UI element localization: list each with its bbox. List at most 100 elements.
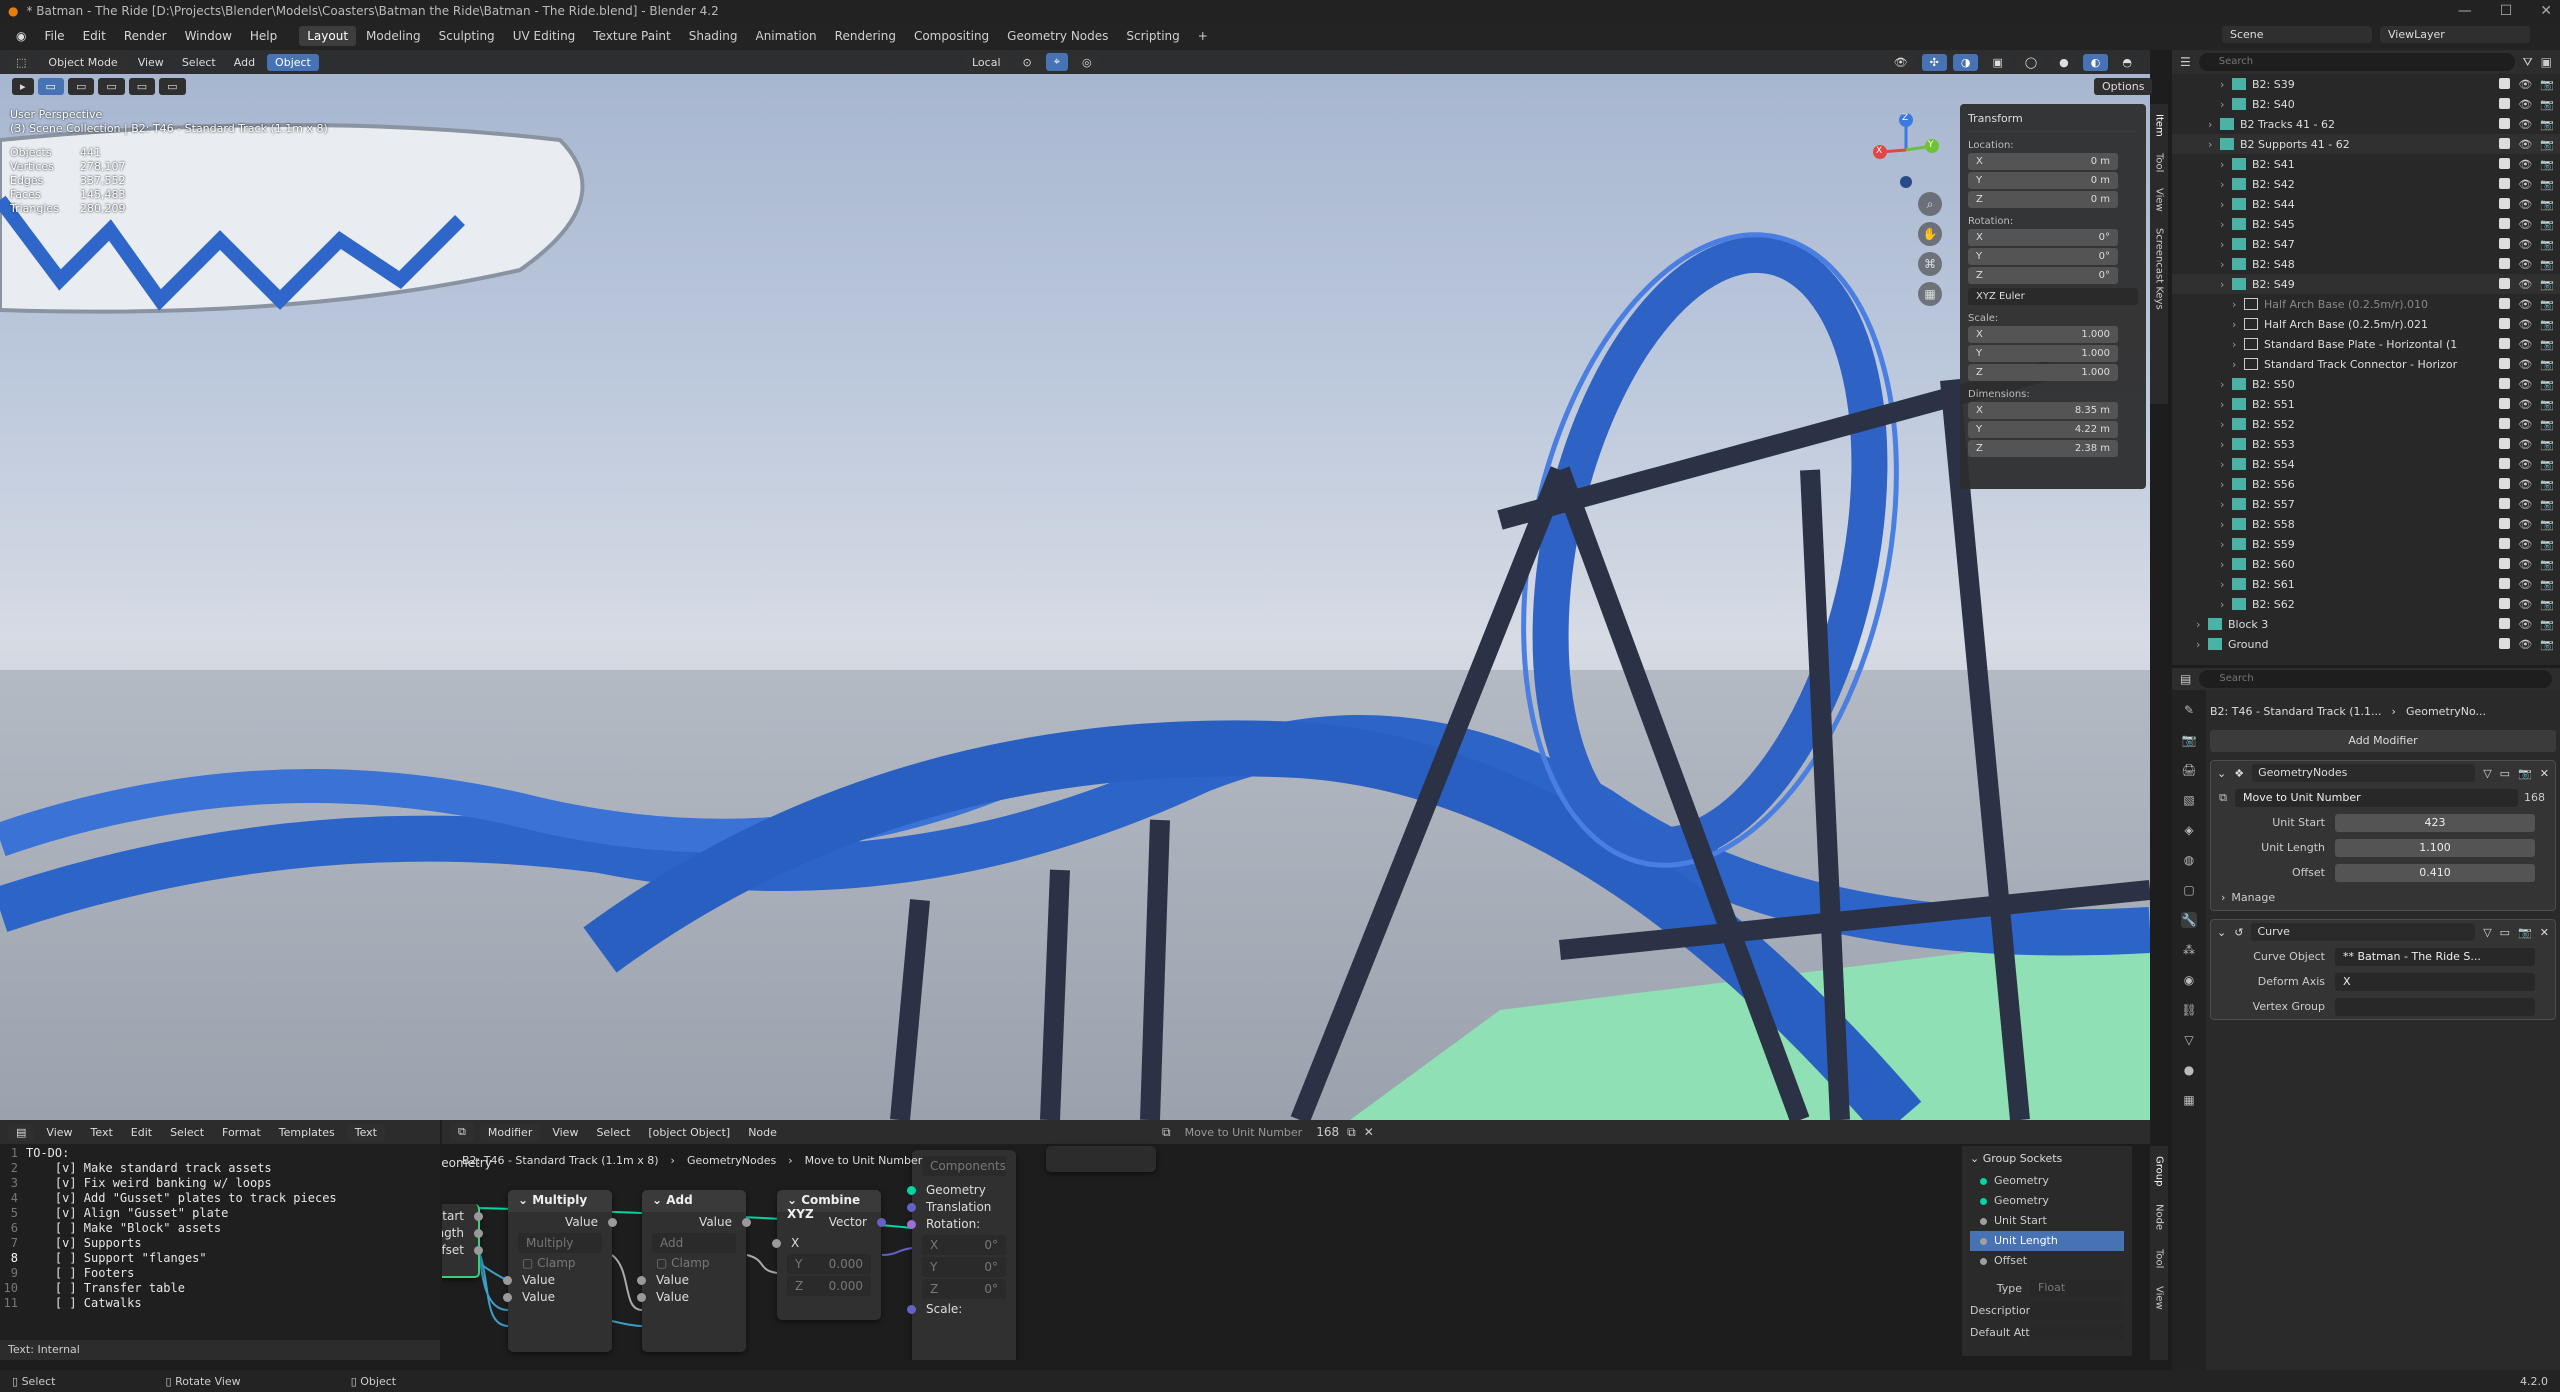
outliner-row[interactable]: › B2: S44 👁 📷 bbox=[2172, 194, 2560, 214]
outliner-row[interactable]: › B2: S47 👁 📷 bbox=[2172, 234, 2560, 254]
eye-icon[interactable]: 👁 bbox=[2518, 438, 2532, 451]
chevron-right-icon[interactable]: › bbox=[2232, 318, 2244, 331]
default-attribute-field[interactable] bbox=[2030, 1323, 2124, 1341]
menu-add[interactable]: Add bbox=[228, 54, 261, 71]
chevron-right-icon[interactable]: › bbox=[2208, 138, 2220, 151]
add-node[interactable]: ⌄ Add Value Add ▢ Clamp Value Value bbox=[637, 1190, 751, 1352]
exclude-checkbox[interactable] bbox=[2499, 237, 2511, 249]
close-icon[interactable]: ✕ bbox=[2540, 767, 2549, 780]
camera-icon[interactable]: 📷 bbox=[2540, 238, 2554, 251]
chevron-right-icon[interactable]: › bbox=[2220, 478, 2232, 491]
menu-select[interactable]: Select bbox=[176, 54, 222, 71]
eye-icon[interactable]: 👁 bbox=[2518, 298, 2532, 311]
camera-icon[interactable]: 📷 bbox=[2540, 178, 2554, 191]
outliner-row[interactable]: › B2: S60 👁 📷 bbox=[2172, 554, 2560, 574]
eye-icon[interactable]: 👁 bbox=[2518, 178, 2532, 191]
exclude-checkbox[interactable] bbox=[2499, 117, 2511, 129]
chevron-right-icon[interactable]: › bbox=[2220, 398, 2232, 411]
checkbox[interactable]: ▢ bbox=[522, 1256, 533, 1270]
menu-window[interactable]: Window bbox=[177, 26, 240, 46]
rotation-y-field[interactable]: Y 0° bbox=[1968, 248, 2118, 265]
camera-icon[interactable]: 📷 bbox=[2540, 318, 2554, 331]
exclude-checkbox[interactable] bbox=[2499, 297, 2511, 309]
camera-icon[interactable]: 📷 bbox=[2540, 158, 2554, 171]
menu-edit[interactable]: Edit bbox=[125, 1124, 158, 1141]
camera-icon[interactable]: 📷 bbox=[2540, 618, 2554, 631]
texture-tab-icon[interactable]: ▦ bbox=[2181, 1092, 2197, 1108]
minimize-icon[interactable]: — bbox=[2458, 0, 2472, 22]
chevron-down-icon[interactable]: ⌄ bbox=[2217, 767, 2226, 780]
menu-node[interactable]: Node bbox=[742, 1124, 783, 1141]
camera-icon[interactable]: 📷 bbox=[2540, 338, 2554, 351]
output-tab-icon[interactable]: 🖨 bbox=[2181, 762, 2197, 778]
unit-start-field[interactable]: 423 bbox=[2335, 813, 2535, 832]
pan-hand-icon[interactable]: ✋ bbox=[1918, 222, 1942, 246]
chevron-right-icon[interactable]: › bbox=[2208, 118, 2220, 131]
group-output-node[interactable] bbox=[1046, 1146, 1156, 1172]
curve-object-field[interactable]: ** Batman - The Ride S... bbox=[2335, 947, 2535, 966]
camera-icon[interactable]: 📷 bbox=[2540, 638, 2554, 651]
eye-icon[interactable]: 👁 bbox=[2518, 618, 2532, 631]
editmode-toggle-icon[interactable]: ▽ bbox=[2483, 767, 2491, 780]
menu-object[interactable]: Object bbox=[267, 53, 319, 71]
input-socket[interactable] bbox=[637, 1276, 646, 1285]
scale-x-field[interactable]: X 1.000 bbox=[1968, 326, 2118, 343]
eye-icon[interactable]: 👁 bbox=[2518, 518, 2532, 531]
exclude-checkbox[interactable] bbox=[2499, 557, 2511, 569]
xray-icon[interactable]: ▣ bbox=[1984, 53, 2011, 71]
camera-icon[interactable]: 📷 bbox=[2540, 298, 2554, 311]
offset-field[interactable]: 0.410 bbox=[2335, 863, 2535, 882]
exclude-checkbox[interactable] bbox=[2499, 277, 2511, 289]
menu-select[interactable]: Select bbox=[590, 1124, 636, 1141]
chevron-right-icon[interactable]: › bbox=[2220, 518, 2232, 531]
outliner-editor-icon[interactable]: ☰ bbox=[2180, 55, 2191, 69]
chevron-right-icon[interactable]: › bbox=[2220, 278, 2232, 291]
menu-file[interactable]: File bbox=[36, 26, 72, 46]
outliner-row[interactable]: › B2: S59 👁 📷 bbox=[2172, 534, 2560, 554]
eye-icon[interactable]: 👁 bbox=[2518, 218, 2532, 231]
physics-tab-icon[interactable]: ◉ bbox=[2181, 972, 2197, 988]
tab-node[interactable]: Node bbox=[2154, 1204, 2165, 1230]
group-socket-item[interactable]: Unit Length bbox=[1970, 1231, 2124, 1251]
eye-icon[interactable]: 👁 bbox=[2518, 498, 2532, 511]
outliner-row[interactable]: › B2: S58 👁 📷 bbox=[2172, 514, 2560, 534]
camera-icon[interactable]: 📷 bbox=[2540, 598, 2554, 611]
object-tab-icon[interactable]: ▢ bbox=[2181, 882, 2197, 898]
navigation-gizmo[interactable]: Z X Y bbox=[1866, 110, 1946, 190]
camera-icon[interactable]: 📷 bbox=[2540, 378, 2554, 391]
camera-icon[interactable]: 📷 bbox=[2540, 418, 2554, 431]
editor-type-icon[interactable]: ▤ bbox=[8, 1123, 35, 1141]
view-layer-tab-icon[interactable]: ▧ bbox=[2181, 792, 2197, 808]
eye-icon[interactable]: 👁 bbox=[2518, 578, 2532, 591]
description-field[interactable] bbox=[2030, 1301, 2124, 1319]
vertex-group-field[interactable] bbox=[2335, 997, 2535, 1016]
eye-icon[interactable]: 👁 bbox=[2518, 458, 2532, 471]
text-line[interactable]: 7 [v] Supports bbox=[0, 1236, 440, 1251]
camera-icon[interactable]: 📷 bbox=[2540, 258, 2554, 271]
add-modifier-button[interactable]: Add Modifier bbox=[2210, 730, 2556, 752]
tool-settings-icon[interactable]: ▸ bbox=[12, 77, 34, 95]
eye-icon[interactable]: 👁 bbox=[2518, 378, 2532, 391]
filter-icon[interactable]: ⛛ bbox=[2523, 55, 2533, 70]
exclude-checkbox[interactable] bbox=[2499, 397, 2511, 409]
components-dropdown[interactable]: Components bbox=[922, 1156, 1006, 1176]
outliner-row[interactable]: › B2 Tracks 41 - 62 👁 📷 bbox=[2172, 114, 2560, 134]
tab-group[interactable]: Group bbox=[2154, 1156, 2165, 1186]
eye-icon[interactable]: 👁 bbox=[2518, 98, 2532, 111]
menu-select[interactable]: Select bbox=[164, 1124, 210, 1141]
eye-icon[interactable]: 👁 bbox=[2518, 198, 2532, 211]
camera-icon[interactable]: 📷 bbox=[2540, 578, 2554, 591]
tab-screencast-keys[interactable]: Screencast Keys bbox=[2154, 228, 2165, 310]
dimensions-z-field[interactable]: Z 2.38 m bbox=[1968, 440, 2118, 457]
combine-xyz-node[interactable]: ⌄ Combine XYZ Vector X Y 0.000 Z 0.000 bbox=[772, 1190, 886, 1320]
text-line[interactable]: 6 [ ] Make "Block" assets bbox=[0, 1221, 440, 1236]
world-tab-icon[interactable]: ◍ bbox=[2181, 852, 2197, 868]
chevron-right-icon[interactable]: › bbox=[2220, 438, 2232, 451]
eye-icon[interactable]: 👁 bbox=[2518, 558, 2532, 571]
maximize-icon[interactable]: ☐ bbox=[2500, 0, 2513, 22]
chevron-right-icon[interactable]: › bbox=[2220, 458, 2232, 471]
pivot-icon[interactable]: ⊙ bbox=[1014, 53, 1040, 71]
input-socket[interactable] bbox=[907, 1305, 916, 1314]
scene-selector[interactable]: Scene bbox=[2222, 26, 2372, 43]
chevron-right-icon[interactable]: › bbox=[2220, 178, 2232, 191]
